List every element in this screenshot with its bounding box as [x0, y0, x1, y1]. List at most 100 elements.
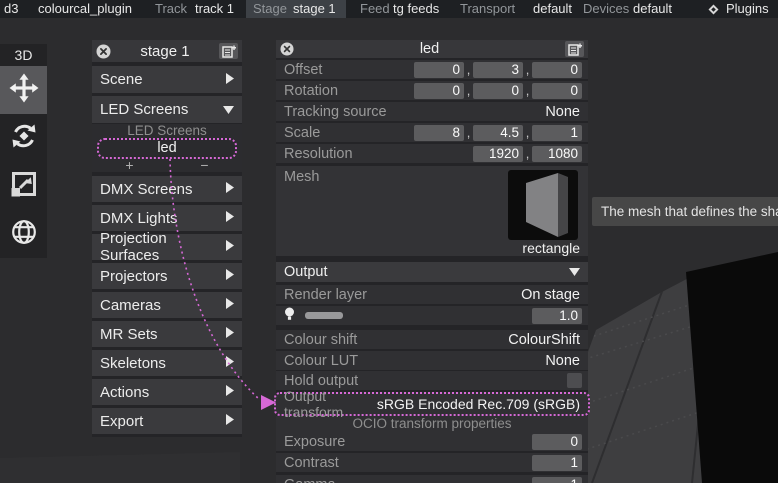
diamond-icon: [708, 4, 719, 15]
triangle-right-icon: [226, 296, 234, 314]
stage-item-skeletons[interactable]: Skeletons: [92, 350, 242, 376]
rotation-z-field[interactable]: 0: [532, 82, 582, 99]
add-led-screen-button[interactable]: +: [92, 158, 167, 172]
stage-editor-panel: stage 1 Scene LED Screens LED Screens le…: [92, 40, 242, 437]
mesh-thumbnail[interactable]: [508, 170, 578, 240]
render-layer-value: On stage: [521, 286, 580, 303]
exposure-row: Exposure 0: [276, 432, 588, 451]
colour-shift-value: ColourShift: [508, 331, 580, 348]
output-transform-row-highlighted[interactable]: Output transform sRGB Encoded Rec.709 (s…: [274, 388, 590, 420]
offset-x-field[interactable]: 0: [414, 61, 464, 78]
scale-y-field[interactable]: 4.5: [473, 124, 523, 141]
scale-z-field[interactable]: 1: [532, 124, 582, 141]
menubar: d3 colourcal_plugin Track track 1 Stage …: [0, 0, 778, 18]
triangle-right-icon: [226, 180, 234, 198]
brightness-slider[interactable]: [305, 312, 343, 319]
led-screen-item-selected[interactable]: led: [97, 138, 237, 159]
rotate-icon: [9, 121, 39, 156]
menu-feed-label[interactable]: Feed: [360, 0, 390, 18]
stage-item-dmx-lights[interactable]: DMX Lights: [92, 205, 242, 231]
triangle-right-icon: [226, 325, 234, 343]
contrast-field[interactable]: 1: [532, 454, 582, 471]
output-section-header[interactable]: Output: [276, 262, 588, 282]
rotation-row: Rotation 0 , 0 , 0: [276, 81, 588, 100]
triangle-right-icon: [226, 71, 234, 89]
triangle-right-icon: [226, 238, 234, 256]
render-layer-row[interactable]: Render layer On stage: [276, 285, 588, 304]
menu-devices-value[interactable]: default: [633, 0, 672, 18]
new-note-icon[interactable]: [219, 43, 238, 59]
toolbar-mode-label: 3D: [14, 47, 33, 63]
stage-item-projection-surfaces[interactable]: Projection Surfaces: [92, 230, 242, 264]
contrast-row: Contrast 1: [276, 453, 588, 472]
led-screen-editor-panel: led Offset 0 , 3 , 0 Rotation 0 , 0 , 0 …: [274, 40, 590, 483]
scale-tool-button[interactable]: [0, 162, 47, 210]
triangle-right-icon: [226, 267, 234, 285]
triangle-right-icon: [226, 354, 234, 372]
triangle-right-icon: [226, 383, 234, 401]
bulb-icon: [284, 307, 295, 327]
triangle-right-icon: [226, 412, 234, 430]
menu-transport-label[interactable]: Transport: [460, 0, 515, 18]
globe-tool-button[interactable]: [0, 210, 47, 258]
transform-toolbar: 3D: [0, 44, 47, 258]
colour-shift-row[interactable]: Colour shift ColourShift: [276, 330, 588, 349]
colour-lut-value: None: [545, 352, 580, 369]
triangle-right-icon: [226, 209, 234, 227]
remove-led-screen-button[interactable]: −: [167, 158, 242, 172]
exposure-field[interactable]: 0: [532, 433, 582, 450]
rotation-y-field[interactable]: 0: [473, 82, 523, 99]
mesh-tooltip: The mesh that defines the sha: [592, 197, 778, 226]
triangle-down-icon: [223, 101, 234, 119]
tooltip-text: The mesh that defines the sha: [601, 204, 778, 219]
stage-item-dmx-screens[interactable]: DMX Screens: [92, 176, 242, 202]
menu-feed-value[interactable]: tg feeds: [393, 0, 439, 18]
led-screen-back-face: [686, 252, 778, 483]
stage-panel-title: stage 1: [140, 42, 190, 60]
stage-item-mr-sets[interactable]: MR Sets: [92, 321, 242, 347]
menu-stage-value[interactable]: stage 1: [293, 0, 336, 18]
menu-stage-label[interactable]: Stage: [253, 0, 287, 18]
menu-app-d3[interactable]: d3: [4, 0, 18, 18]
close-icon[interactable]: [280, 42, 294, 56]
tracking-source-row[interactable]: Tracking source None: [276, 102, 588, 121]
gamma-row: Gamma 1: [276, 475, 588, 483]
menu-transport-value[interactable]: default: [533, 0, 572, 18]
close-icon[interactable]: [96, 44, 111, 59]
scale-x-field[interactable]: 8: [414, 124, 464, 141]
app-window: d3 colourcal_plugin Track track 1 Stage …: [0, 0, 778, 483]
led-screens-group-header: LED Screens: [127, 123, 207, 138]
stage-item-scene[interactable]: Scene: [92, 66, 242, 93]
stage-item-projectors[interactable]: Projectors: [92, 263, 242, 289]
brightness-row: 1.0: [276, 306, 588, 325]
mesh-row[interactable]: Mesh rectangle: [276, 166, 588, 256]
hold-output-checkbox[interactable]: [567, 373, 582, 388]
resolution-row: Resolution 1920 , 1080: [276, 144, 588, 163]
stage-item-cameras[interactable]: Cameras: [92, 292, 242, 318]
rotation-x-field[interactable]: 0: [414, 82, 464, 99]
scale-icon: [10, 170, 38, 203]
menu-plugins[interactable]: Plugins: [726, 0, 769, 18]
menu-plugin-name[interactable]: colourcal_plugin: [38, 0, 132, 18]
menu-devices-label[interactable]: Devices: [583, 0, 629, 18]
colour-lut-row[interactable]: Colour LUT None: [276, 351, 588, 370]
gamma-field[interactable]: 1: [532, 476, 582, 483]
rotate-tool-button[interactable]: [0, 114, 47, 162]
output-transform-value: sRGB Encoded Rec.709 (sRGB): [376, 396, 580, 412]
resolution-width-field[interactable]: 1920: [473, 145, 523, 162]
offset-row: Offset 0 , 3 , 0: [276, 60, 588, 79]
offset-y-field[interactable]: 3: [473, 61, 523, 78]
led-panel-title: led: [419, 41, 440, 57]
stage-item-led-screens[interactable]: LED Screens: [92, 96, 242, 123]
move-icon: [9, 73, 39, 108]
brightness-field[interactable]: 1.0: [532, 307, 582, 324]
scale-row: Scale 8 , 4.5 , 1: [276, 123, 588, 142]
stage-item-export[interactable]: Export: [92, 408, 242, 434]
stage-item-actions[interactable]: Actions: [92, 379, 242, 405]
new-note-icon[interactable]: [565, 41, 584, 57]
menu-track-value[interactable]: track 1: [195, 0, 234, 18]
menu-track-label[interactable]: Track: [155, 0, 187, 18]
move-tool-button[interactable]: [0, 66, 47, 114]
offset-z-field[interactable]: 0: [532, 61, 582, 78]
resolution-height-field[interactable]: 1080: [532, 145, 582, 162]
